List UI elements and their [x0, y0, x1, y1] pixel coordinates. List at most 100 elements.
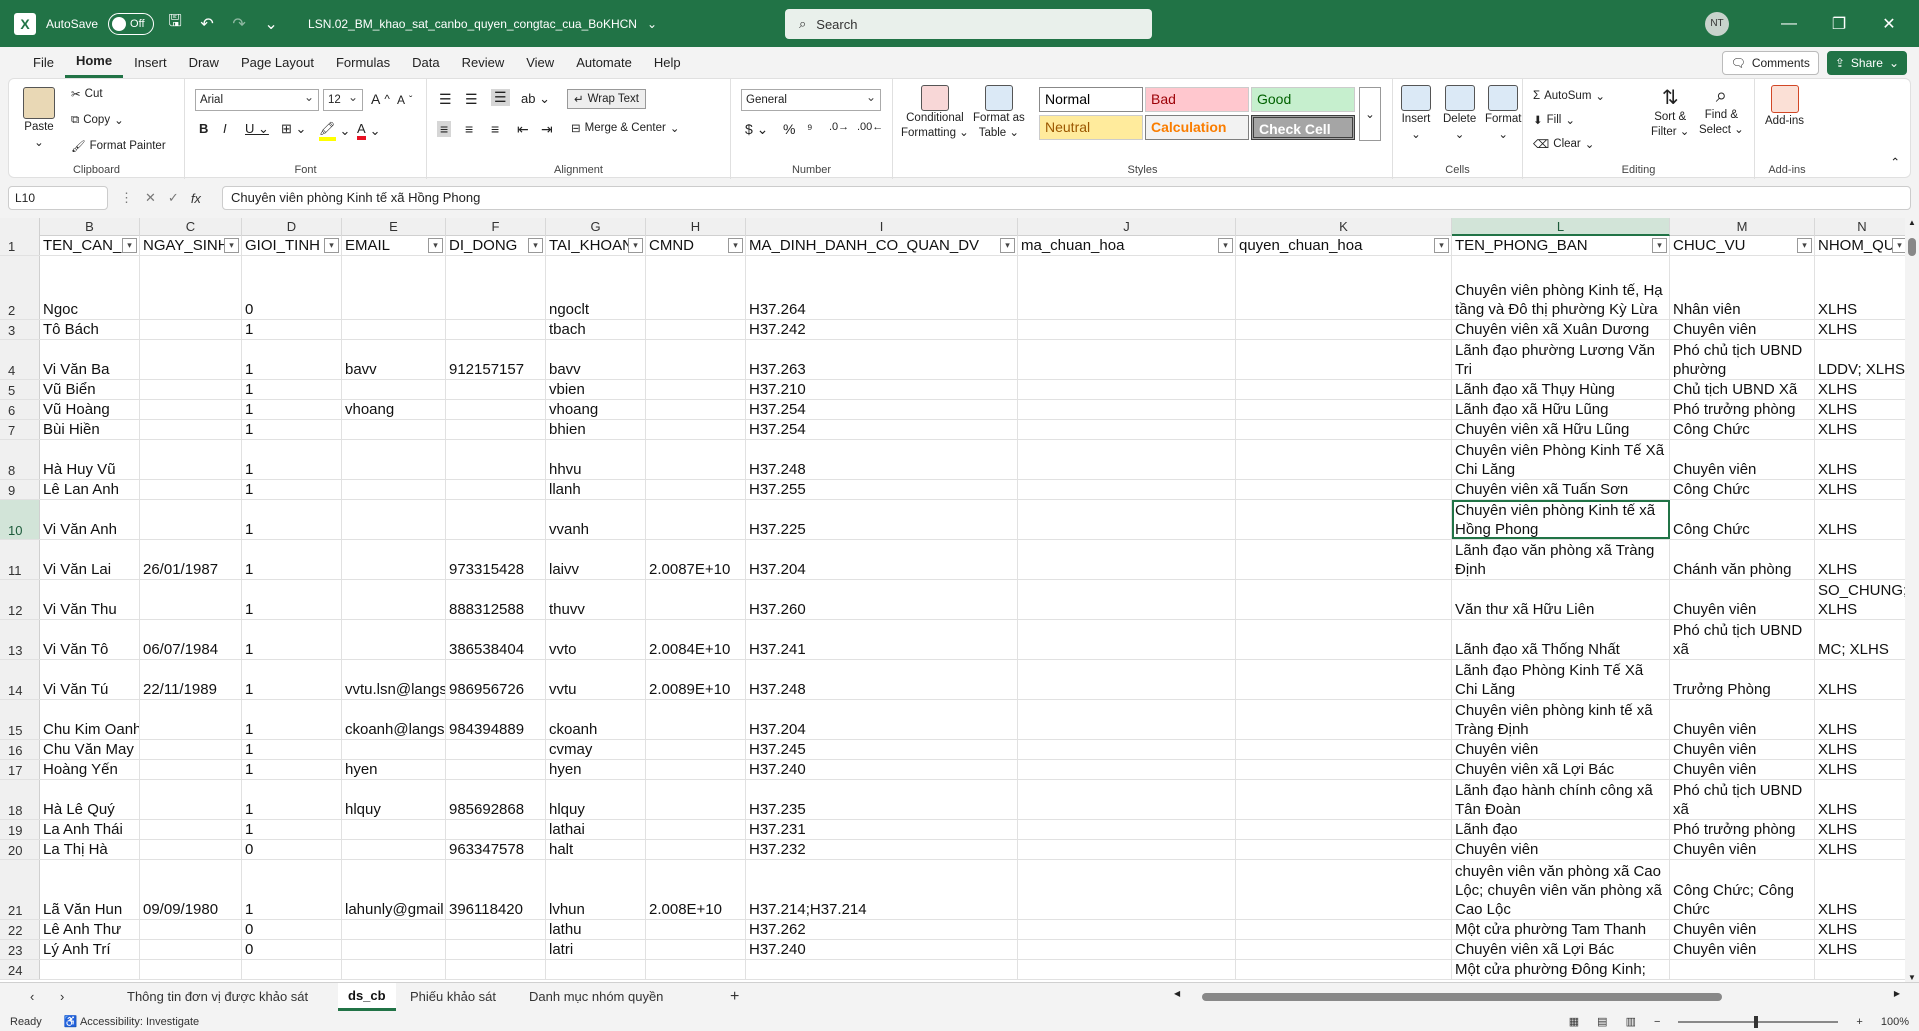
column-header-g[interactable]: G [546, 218, 646, 236]
row-header[interactable]: 21 [0, 860, 40, 919]
grid-cell[interactable] [1018, 440, 1236, 479]
filter-dropdown-icon[interactable]: ▾ [1892, 238, 1905, 253]
grid-cell[interactable]: 22/11/1989 [140, 660, 242, 699]
conditional-formatting-button[interactable]: Conditional Formatting ⌄ [901, 85, 969, 139]
page-layout-view-icon[interactable]: ▤ [1597, 1015, 1607, 1028]
italic-icon[interactable]: I [223, 121, 227, 136]
grid-cell[interactable] [140, 480, 242, 499]
grid-cell[interactable] [646, 380, 746, 399]
grid-cell[interactable]: H37.254 [746, 400, 1018, 419]
grid-cell[interactable]: Chủ tịch UBND Xã [1670, 380, 1815, 399]
grid-cell[interactable]: 0 [242, 940, 342, 959]
grid-cell[interactable]: 888312588 [446, 580, 546, 619]
sheet-tab-thong-tin[interactable]: Thông tin đơn vị được khảo sát [117, 983, 318, 1011]
grid-cell[interactable]: cvmay [546, 740, 646, 759]
vertical-scroll-thumb[interactable] [1908, 238, 1916, 256]
grid-cell[interactable] [1236, 380, 1452, 399]
grid-cell[interactable]: Chuyên viên [1670, 740, 1815, 759]
grid-cell[interactable]: 2.0084E+10 [646, 620, 746, 659]
grid-cell[interactable]: Chuyên viên [1452, 740, 1670, 759]
grid-cell[interactable] [342, 820, 446, 839]
grid-cell[interactable]: 0 [242, 840, 342, 859]
grid-cell[interactable] [342, 740, 446, 759]
grid-cell[interactable]: Lê Lan Anh [40, 480, 140, 499]
grid-cell[interactable] [1018, 860, 1236, 919]
decrease-font-icon[interactable]: Aˇ [397, 93, 412, 107]
grid-cell[interactable]: thuvv [546, 580, 646, 619]
grid-cell[interactable] [646, 400, 746, 419]
grid-cell[interactable]: XLHS [1815, 400, 1905, 419]
grid-cell[interactable]: Công Chức [1670, 500, 1815, 539]
grid-cell[interactable]: Chuyên viên phòng Kinh tế, Hạ tầng và Đô… [1452, 256, 1670, 319]
percent-icon[interactable]: % [783, 121, 795, 137]
grid-cell[interactable] [342, 620, 446, 659]
grid-cell[interactable] [140, 740, 242, 759]
grid-cell[interactable] [140, 820, 242, 839]
grid-cell[interactable]: H37.264 [746, 256, 1018, 319]
align-left-icon[interactable]: ≡ [437, 121, 452, 137]
grid-cell[interactable]: 1 [242, 380, 342, 399]
grid-cell[interactable]: Tô Bách [40, 320, 140, 339]
grid-cell[interactable]: Vi Văn Tô [40, 620, 140, 659]
grid-cell[interactable]: 1 [242, 820, 342, 839]
grid-cell[interactable] [446, 820, 546, 839]
column-header-b[interactable]: B [40, 218, 140, 236]
grid-cell[interactable]: H37.241 [746, 620, 1018, 659]
column-header-e[interactable]: E [342, 218, 446, 236]
grid-cell[interactable]: XLHS [1815, 320, 1905, 339]
grid-cell[interactable] [1236, 780, 1452, 819]
find-select-button[interactable]: ⌕ Find & Select ⌄ [1699, 85, 1744, 136]
row-header[interactable]: 6 [0, 400, 40, 419]
grid-cell[interactable]: Vũ Hoàng [40, 400, 140, 419]
grid-cell[interactable] [1236, 820, 1452, 839]
zoom-thumb[interactable] [1754, 1015, 1759, 1028]
grid-cell[interactable]: H37.235 [746, 780, 1018, 819]
comma-icon[interactable]: ⁹ [807, 121, 813, 136]
grid-cell[interactable]: XLHS [1815, 380, 1905, 399]
grid-cell[interactable] [646, 320, 746, 339]
grid-cell[interactable] [1236, 420, 1452, 439]
grid-cell[interactable] [242, 960, 342, 979]
grid-cell[interactable]: Chuyên viên xã Lợi Bác [1452, 760, 1670, 779]
fx-icon[interactable]: fx [191, 191, 201, 206]
grid-cell[interactable]: Chuyên viên phòng Kinh tế xã Hồng Phong [1452, 500, 1670, 539]
grid-cell[interactable]: Chuyên viên [1670, 580, 1815, 619]
grid-cell[interactable]: H37.231 [746, 820, 1018, 839]
grid-cell[interactable] [446, 760, 546, 779]
grid-cell[interactable] [140, 840, 242, 859]
format-as-table-button[interactable]: Format as Table ⌄ [973, 85, 1025, 139]
grid-cell[interactable] [446, 420, 546, 439]
customize-qat-icon[interactable]: ⌄ [260, 14, 282, 34]
grid-cell[interactable] [446, 380, 546, 399]
grid-cell[interactable] [1236, 660, 1452, 699]
column-header-h[interactable]: H [646, 218, 746, 236]
column-header-n[interactable]: N [1815, 218, 1905, 236]
delete-cells-button[interactable]: Delete ⌄ [1443, 85, 1476, 141]
cut-button[interactable]: ✂ Cut [71, 87, 103, 101]
grid-cell[interactable]: llanh [546, 480, 646, 499]
grid-cell[interactable] [140, 380, 242, 399]
grid-cell[interactable]: Vi Văn Thu [40, 580, 140, 619]
grid-cell[interactable]: lathu [546, 920, 646, 939]
orientation-icon[interactable]: ab ⌄ [521, 91, 550, 107]
grid-cell[interactable]: Lãnh đạo xã Thống Nhất [1452, 620, 1670, 659]
column-header-f[interactable]: F [446, 218, 546, 236]
grid-cell[interactable] [1018, 380, 1236, 399]
grid-cell[interactable]: 1 [242, 420, 342, 439]
grid-cell[interactable]: vhoang [342, 400, 446, 419]
grid-cell[interactable] [140, 420, 242, 439]
grid-cell[interactable]: 1 [242, 860, 342, 919]
row-header[interactable]: 3 [0, 320, 40, 339]
restore-icon[interactable]: ❐ [1829, 14, 1849, 34]
header-cell[interactable]: ma_chuan_hoa ▾ [1018, 236, 1236, 255]
grid-cell[interactable] [1236, 700, 1452, 739]
grid-cell[interactable] [646, 580, 746, 619]
number-format-select[interactable]: General [741, 87, 881, 111]
filter-dropdown-icon[interactable]: ▾ [528, 238, 543, 253]
grid-cell[interactable]: Chuyên viên [1670, 940, 1815, 959]
header-cell[interactable]: quyen_chuan_hoa ▾ [1236, 236, 1452, 255]
grid-cell[interactable] [446, 480, 546, 499]
grid-cell[interactable]: H37.210 [746, 380, 1018, 399]
grid-cell[interactable]: XLHS [1815, 840, 1905, 859]
grid-cell[interactable]: 973315428 [446, 540, 546, 579]
